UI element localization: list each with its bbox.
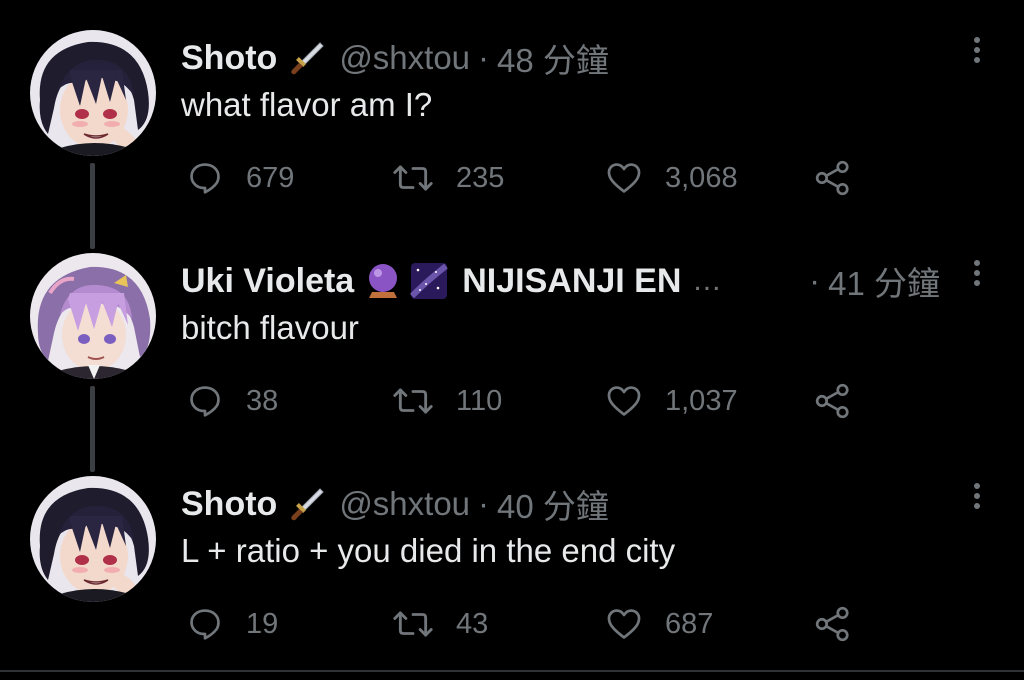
tweet-actions: 679 235 3,068 — [0, 158, 1024, 198]
tweet-timestamp-group: · 41 分鐘 — [801, 259, 940, 303]
tweet[interactable]: Uki Violeta NIJISANJI EN ... · 41 分鐘 bit… — [0, 223, 1024, 472]
reply-button[interactable]: 19 — [186, 604, 278, 644]
retweet-button[interactable]: 235 — [392, 158, 504, 198]
more-options-icon[interactable] — [968, 257, 986, 291]
heart-icon — [607, 163, 641, 193]
truncation-ellipsis: ... — [693, 264, 722, 297]
tweet[interactable]: Shoto @shxtou · 40 分鐘 L + ratio + you di… — [0, 446, 1024, 669]
dagger-icon — [287, 485, 325, 523]
share-button[interactable] — [814, 158, 852, 198]
display-name[interactable]: Shoto — [181, 485, 277, 524]
heart-icon — [607, 609, 641, 639]
like-button[interactable]: 1,037 — [605, 381, 738, 421]
retweet-count: 235 — [456, 161, 505, 194]
tweet-header: Shoto @shxtou · 48 分鐘 — [181, 36, 609, 80]
tweet-text: bitch flavour — [181, 309, 359, 346]
tweet-text: what flavor am I? — [181, 86, 433, 123]
reply-count: 679 — [246, 161, 295, 194]
reply-button[interactable]: 38 — [186, 381, 278, 421]
avatar[interactable] — [30, 476, 156, 602]
timestamp[interactable]: 40 分鐘 — [497, 480, 609, 528]
retweet-icon — [393, 611, 433, 637]
crystal-ball-icon — [364, 262, 402, 300]
avatar[interactable] — [30, 30, 156, 156]
separator-dot: · — [478, 39, 490, 76]
like-count: 1,037 — [665, 384, 738, 417]
share-button[interactable] — [814, 604, 852, 644]
heart-icon — [607, 386, 641, 416]
separator-dot: · — [809, 262, 821, 299]
like-button[interactable]: 687 — [605, 604, 713, 644]
like-count: 3,068 — [665, 161, 738, 194]
retweet-icon — [393, 388, 433, 414]
tweet-actions: 38 110 1,037 — [0, 381, 1024, 421]
user-handle[interactable]: @shxtou — [339, 485, 470, 523]
tweet-actions: 19 43 687 — [0, 604, 1024, 644]
reply-button[interactable]: 679 — [186, 158, 294, 198]
reply-count: 38 — [246, 384, 279, 417]
tweet-header: Uki Violeta NIJISANJI EN ... — [181, 259, 721, 303]
avatar[interactable] — [30, 253, 156, 379]
timestamp[interactable]: 41 分鐘 — [828, 257, 940, 305]
timestamp[interactable]: 48 分鐘 — [497, 34, 609, 82]
reply-count: 19 — [246, 607, 279, 640]
reply-icon — [190, 163, 220, 194]
reply-icon — [190, 386, 220, 417]
dagger-icon — [287, 39, 325, 77]
share-icon — [815, 160, 849, 196]
display-name[interactable]: Shoto — [181, 39, 277, 78]
separator-dot: · — [478, 485, 490, 522]
display-name[interactable]: Uki Violeta — [181, 262, 354, 301]
feed-divider — [0, 670, 1024, 672]
avatar-image — [30, 30, 156, 156]
like-count: 687 — [665, 607, 714, 640]
avatar-image — [30, 476, 156, 602]
tweet-header: Shoto @shxtou · 40 分鐘 — [181, 482, 609, 526]
like-button[interactable]: 3,068 — [605, 158, 738, 198]
avatar-image — [30, 253, 156, 379]
more-options-icon[interactable] — [968, 480, 986, 514]
reply-icon — [190, 609, 220, 640]
tweet-text: L + ratio + you died in the end city — [181, 532, 676, 569]
milky-way-icon — [410, 262, 449, 300]
share-icon — [815, 383, 849, 419]
share-button[interactable] — [814, 381, 852, 421]
retweet-count: 43 — [456, 607, 489, 640]
user-handle[interactable]: @shxtou — [339, 39, 470, 77]
share-icon — [815, 606, 849, 642]
retweet-button[interactable]: 110 — [392, 381, 502, 421]
retweet-count: 110 — [456, 384, 503, 417]
tweet[interactable]: Shoto @shxtou · 48 分鐘 what flavor am I? … — [0, 0, 1024, 249]
retweet-icon — [393, 165, 433, 191]
more-options-icon[interactable] — [968, 34, 986, 68]
display-name-suffix[interactable]: NIJISANJI EN — [462, 262, 681, 301]
retweet-button[interactable]: 43 — [392, 604, 488, 644]
